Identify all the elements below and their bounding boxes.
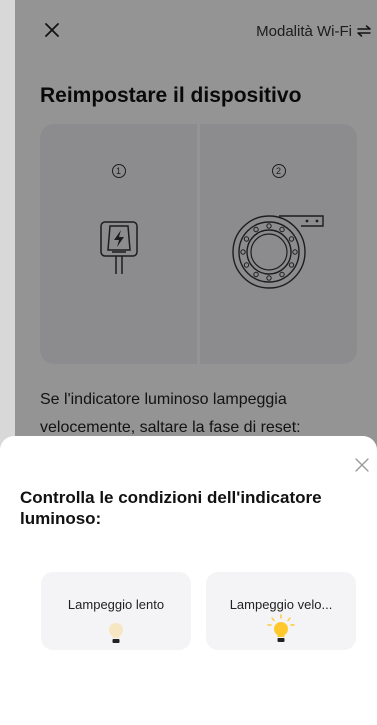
option-slow-blink-label: Lampeggio lento <box>67 597 165 612</box>
option-slow-blink[interactable]: Lampeggio lento <box>41 572 191 650</box>
sheet-title: Controlla le condizioni dell'indicatore … <box>20 488 322 528</box>
indicator-bottom-sheet: Controlla le condizioni dell'indicatore … <box>0 436 377 725</box>
option-fast-blink[interactable]: Lampeggio velo... <box>206 572 356 650</box>
option-fast-blink-label: Lampeggio velo... <box>229 597 333 612</box>
sheet-close-button[interactable] <box>351 454 373 476</box>
close-icon <box>355 458 369 472</box>
bulb-dim-icon <box>109 623 123 643</box>
bulb-bright-icon <box>267 614 295 642</box>
